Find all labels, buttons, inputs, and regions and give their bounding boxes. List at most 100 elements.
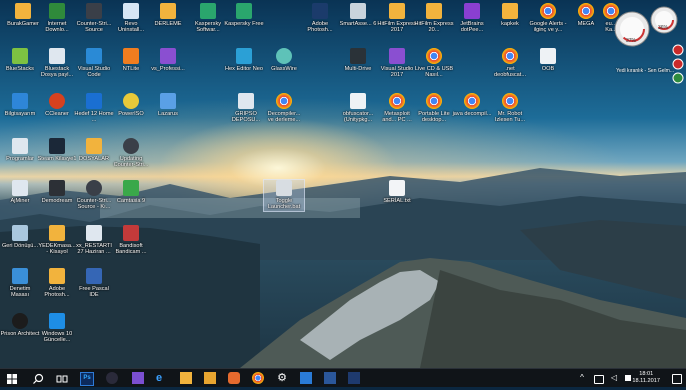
desktop-icon-smartassembly[interactable]: SmartAsse... 6: [338, 3, 378, 27]
folder-icon: [160, 3, 176, 19]
desktop-icon-hex-editor[interactable]: Hex Editor Neo: [224, 48, 264, 72]
desktop-icon-demodream[interactable]: Demodream: [37, 180, 77, 204]
taskbar-store[interactable]: [300, 372, 312, 384]
file-icon: [540, 48, 556, 64]
pascal-icon: [86, 268, 102, 284]
desktop-icon-ntlite[interactable]: NTLite: [111, 48, 151, 72]
desktop-icon-portable-lite[interactable]: Portable Lite desktop...: [414, 93, 454, 124]
taskbar-settings[interactable]: ⚙: [276, 372, 288, 384]
taskbar-folder[interactable]: [204, 372, 216, 384]
desktop-icon-decompiler[interactable]: Decompiler... ve derleme...: [264, 93, 304, 124]
desktop-icon-serial-txt[interactable]: SERİAL.txt: [377, 180, 417, 204]
taskbar-file-explorer[interactable]: [180, 372, 192, 384]
bluestacks-icon: [12, 48, 28, 64]
desktop-icon-kapkek[interactable]: kapkek: [490, 3, 530, 27]
desktop-icon-bilgisayarim[interactable]: Bilgisayarım: [0, 93, 40, 117]
desktop-icon-programlar[interactable]: Programlar: [0, 138, 40, 162]
lazarus-icon: [160, 93, 176, 109]
control-panel-icon: [12, 268, 28, 284]
desktop-icon-mr-robot[interactable]: Mr. Robot Izlesen Tu...: [490, 93, 530, 124]
desktop-icon-live-cd[interactable]: Live CD & USB Nasıl...: [414, 48, 454, 79]
desktop-icon-net-deobfuscator[interactable]: .net deobfuscat...: [490, 48, 530, 79]
desktop-icon-steam[interactable]: Steam Kilavye1: [37, 138, 77, 162]
desktop-icon-lazarus[interactable]: Lazarus: [148, 93, 188, 117]
taskbar-chrome[interactable]: [252, 372, 264, 384]
desktop-icon-vscode[interactable]: Visual Studio Code: [74, 48, 114, 79]
desktop-icon-glasswire[interactable]: GlassWire: [264, 48, 304, 72]
desktop-icon-restart[interactable]: xx_RESTARTI 27 Haziran ...: [74, 225, 114, 256]
desktop-icon-adobe-photoshop-folder[interactable]: Adobe Photosh...: [37, 268, 77, 299]
desktop-icon-prison-architect[interactable]: Prison Architect: [0, 313, 40, 337]
desktop-icon-recycle-bin[interactable]: Geri Dönüşü...: [0, 225, 40, 249]
desktop-icon-poweriso[interactable]: PowerISO: [111, 93, 151, 117]
tray-chevron[interactable]: ^: [576, 372, 588, 384]
desktop-icon-bluestack-dosya[interactable]: Bluestack Dosya payl...: [37, 48, 77, 79]
desktop-icon-java-decompiler[interactable]: java decompil...: [452, 93, 492, 117]
desktop-icon-idm[interactable]: Internet Downlo...: [37, 3, 77, 34]
desktop-icon-obfuscator[interactable]: obfuscator... (Unitypkg...: [338, 93, 378, 124]
uninstaller-icon: [123, 3, 139, 19]
desktop-icon-ccleaner[interactable]: CCleaner: [37, 93, 77, 117]
desktop-icon-bluestacks[interactable]: BlueStacks: [0, 48, 40, 72]
desktop-icon-photoshop[interactable]: Adobe Photosh...: [300, 3, 340, 34]
folder-icon: [426, 3, 442, 19]
game-icon: [86, 3, 102, 19]
taskbar-powershell[interactable]: [348, 372, 360, 384]
desktop-icon-oob[interactable]: OOB: [528, 48, 568, 72]
desktop-icon-kaspersky-free[interactable]: Kaspersky Free: [224, 3, 264, 27]
taskbar-edge[interactable]: e: [156, 372, 168, 384]
desktop-icon-camtasia[interactable]: Camtasia 9: [111, 180, 151, 204]
desktop-icon-hitfilm-20[interactable]: HitFilm Express 20...: [414, 3, 454, 34]
download-manager-icon: [49, 3, 65, 19]
taskbar-app[interactable]: [106, 372, 118, 384]
desktop-icon-revo[interactable]: Revo Uninstall...: [111, 3, 151, 34]
start-button[interactable]: [6, 372, 18, 384]
desktop-icon-hedef[interactable]: Hedef 12 Home ...: [74, 93, 114, 124]
desktop[interactable]: BurakGamer Internet Downlo... Counter-St…: [0, 0, 686, 368]
gear-icon: ⚙: [277, 372, 287, 384]
desktop-icon-derleme[interactable]: DERLEME: [148, 3, 188, 27]
batch-file-icon: [276, 180, 292, 196]
desktop-icon-ajminer[interactable]: AjMiner: [0, 180, 40, 204]
desktop-icon-gripso[interactable]: GRIPSO DEPOSU...: [226, 93, 266, 124]
desktop-icon-multi-drive[interactable]: Multi-Drive: [338, 48, 378, 72]
desktop-icon-bandicam[interactable]: Bandisoft Bandicam ...: [111, 225, 151, 256]
chevron-up-icon: ^: [580, 373, 584, 382]
task-view-button[interactable]: [56, 372, 68, 384]
desktop-icon-updating-cs[interactable]: Updating Counter-Stri...: [111, 138, 151, 169]
desktop-icon-hitfilm-2017[interactable]: HitFilm Express 2017: [377, 3, 417, 34]
chrome-icon: [276, 93, 292, 109]
desktop-icon-kaspersky-software[interactable]: Kaspersky Softwar...: [188, 3, 228, 34]
desktop-icon-cs-source-kisayol[interactable]: Counter-Stri... Source - Kı...: [74, 180, 114, 211]
tray-volume[interactable]: ◁: [608, 372, 620, 384]
desktop-icon-vs-professional[interactable]: vs_Professi...: [148, 48, 188, 72]
desktop-icon-google-alerts[interactable]: Google Alerts - ilginç ve y...: [528, 3, 568, 34]
desktop-icon-control-panel[interactable]: Denetim Masası: [0, 268, 40, 299]
desktop-icon-cs-source[interactable]: Counter-Stri... Source: [74, 3, 114, 34]
desktop-icon-free-pascal[interactable]: Free Pascal IDE: [74, 268, 114, 299]
desktop-icon-yedek[interactable]: YEDEKmasa... - Kisayol: [37, 225, 77, 256]
desktop-icon-jetbrains[interactable]: JetBrains dotPee...: [452, 3, 492, 34]
tray-network[interactable]: [592, 372, 604, 384]
cpu-value: 37%: [626, 38, 637, 44]
action-center-button[interactable]: [670, 372, 682, 384]
taskbar: Ps e ⚙ ^ ◁ 18:01 18.11.2017: [0, 368, 686, 387]
desktop-icon-windows-update[interactable]: Windows 10 Güncelle...: [37, 313, 77, 344]
taskbar-photoshop[interactable]: Ps: [80, 372, 94, 386]
desktop-icon-dosyalar[interactable]: DOSYALAR: [74, 138, 114, 162]
system-monitor-gadget[interactable]: 37% 36% Yedi kıranlık - Sen Gelm...: [612, 4, 686, 84]
taskbar-java[interactable]: [228, 372, 240, 384]
desktop-icon-vs-2017[interactable]: Visual Studio 2017: [377, 48, 417, 79]
search-button[interactable]: [32, 372, 44, 384]
chrome-icon: [426, 93, 442, 109]
taskbar-word[interactable]: [324, 372, 336, 384]
desktop-icon-metasploit[interactable]: Metasploit and... PC ...: [377, 93, 417, 124]
taskbar-visual-studio[interactable]: [132, 372, 144, 384]
chrome-icon: [389, 93, 405, 109]
taskbar-clock[interactable]: 18:01 18.11.2017: [632, 371, 660, 385]
desktop-icon-toggle-launcher[interactable]: Toggle Launcher.bat: [263, 179, 305, 212]
visual-studio-icon: [160, 48, 176, 64]
language-icon: [625, 375, 631, 381]
visual-studio-icon: [389, 48, 405, 64]
hex-editor-icon: [236, 48, 252, 64]
